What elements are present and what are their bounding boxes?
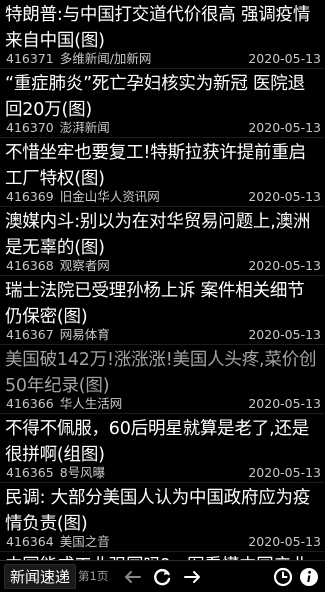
news-title: 不惜坐牢也要复工!特斯拉获许提前重启工厂特权(图): [5, 143, 306, 189]
news-source: 网易体育: [59, 327, 110, 342]
news-express-button[interactable]: 新闻速递: [4, 564, 77, 589]
news-id: 416370: [6, 120, 54, 135]
bottom-toolbar: 新闻速递 第1页: [0, 560, 325, 592]
arrow-right-icon[interactable]: [180, 565, 204, 589]
refresh-icon[interactable]: [150, 565, 174, 589]
news-meta: 416370 澎湃新闻 2020-05-13: [6, 119, 321, 136]
news-meta: 416368 观察者网 2020-05-13: [6, 257, 321, 274]
news-date: 2020-05-13: [248, 396, 321, 411]
news-list[interactable]: 特朗普:与中国打交道代价很高 强调疫情来自中国(图) 416371 多维新闻/加新网…: [0, 0, 325, 560]
news-date: 2020-05-13: [248, 465, 321, 480]
news-id: 416365: [6, 465, 54, 480]
news-item[interactable]: “重症肺炎”死亡孕妇核实为新冠 医院退回20万(图) 416370 澎湃新闻 2020…: [0, 69, 325, 138]
news-title: 中国能成工业强国吗?一图看懂中国产业: [5, 553, 321, 560]
news-item[interactable]: 中国能成工业强国吗?一图看懂中国产业: [0, 552, 325, 560]
news-meta: 416367 网易体育 2020-05-13: [6, 326, 321, 343]
news-item[interactable]: 澳媒内斗:别以为在对华贸易问题上,澳洲是无辜的(图) 416368 观察者网 2020…: [0, 207, 325, 276]
news-item[interactable]: 瑞士法院已受理孙杨上诉 案件相关细节仍保密(图) 416367 网易体育 2020-0…: [0, 276, 325, 345]
news-source: 澎湃新闻: [59, 120, 110, 135]
news-date: 2020-05-13: [248, 189, 321, 204]
news-item[interactable]: 不得不佩服，60后明星就算是老了,还是很拼啊(组图) 416365 8号风曝 2020…: [0, 414, 325, 483]
news-meta: 416369 旧金山华人资讯网 2020-05-13: [6, 188, 321, 205]
news-date: 2020-05-13: [248, 258, 321, 273]
news-meta: 416371 多维新闻/加新网 2020-05-13: [6, 50, 321, 67]
news-date: 2020-05-13: [248, 327, 321, 342]
news-item[interactable]: 美国破142万!涨涨涨!美国人头疼,菜价创50年纪录(图) 416366 华人生活网…: [0, 345, 325, 414]
clock-icon[interactable]: [271, 565, 295, 589]
news-item[interactable]: 特朗普:与中国打交道代价很高 强调疫情来自中国(图) 416371 多维新闻/加新网…: [0, 0, 325, 69]
news-date: 2020-05-13: [248, 51, 321, 66]
news-date: 2020-05-13: [248, 120, 321, 135]
news-app: 特朗普:与中国打交道代价很高 强调疫情来自中国(图) 416371 多维新闻/加新网…: [0, 0, 325, 592]
arrow-left-icon[interactable]: [121, 565, 145, 589]
news-source: 观察者网: [59, 258, 110, 273]
news-meta: 416365 8号风曝 2020-05-13: [6, 464, 321, 481]
news-item[interactable]: 民调: 大部分美国人认为中国政府应为疫情负责(图) 416364 美国之音 2020-…: [0, 483, 325, 552]
news-source: 多维新闻/加新网: [59, 51, 152, 66]
news-date: 2020-05-13: [248, 534, 321, 549]
news-title: 美国破142万!涨涨涨!美国人头疼,菜价创50年纪录(图): [5, 350, 317, 396]
news-title: 特朗普:与中国打交道代价很高 强调疫情来自中国(图): [5, 5, 311, 51]
news-id: 416364: [6, 534, 54, 549]
news-source: 8号风曝: [59, 465, 106, 480]
news-id: 416367: [6, 327, 54, 342]
news-meta: 416366 华人生活网 2020-05-13: [6, 395, 321, 412]
news-id: 416369: [6, 189, 54, 204]
news-title: “重症肺炎”死亡孕妇核实为新冠 医院退回20万(图): [5, 74, 305, 120]
news-source: 旧金山华人资讯网: [59, 189, 160, 204]
news-source: 美国之音: [59, 534, 110, 549]
news-title: 澳媒内斗:别以为在对华贸易问题上,澳洲是无辜的(图): [5, 212, 311, 258]
news-title: 不得不佩服，60后明星就算是老了,还是很拼啊(组图): [5, 419, 310, 465]
news-id: 416368: [6, 258, 54, 273]
news-source: 华人生活网: [59, 396, 123, 411]
news-item[interactable]: 不惜坐牢也要复工!特斯拉获许提前重启工厂特权(图) 416369 旧金山华人资讯网 2…: [0, 138, 325, 207]
news-id: 416371: [6, 51, 54, 66]
news-meta: 416364 美国之音 2020-05-13: [6, 533, 321, 550]
info-icon[interactable]: [297, 565, 321, 589]
news-id: 416366: [6, 396, 54, 411]
news-title: 民调: 大部分美国人认为中国政府应为疫情负责(图): [5, 488, 311, 534]
page-indicator: 第1页: [78, 569, 109, 583]
news-title: 瑞士法院已受理孙杨上诉 案件相关细节仍保密(图): [5, 281, 305, 327]
